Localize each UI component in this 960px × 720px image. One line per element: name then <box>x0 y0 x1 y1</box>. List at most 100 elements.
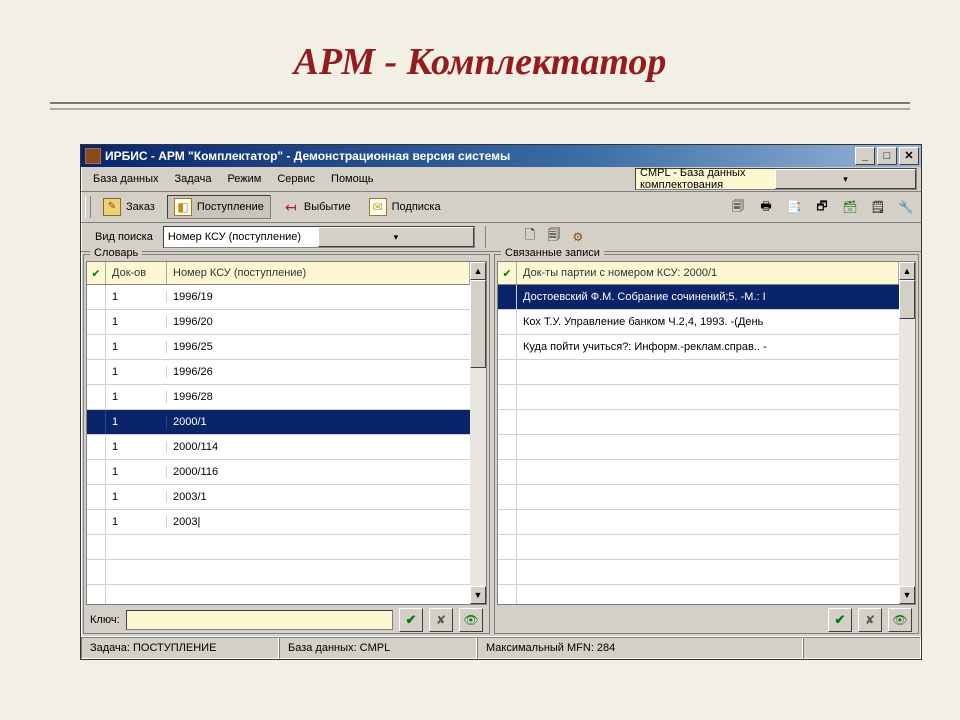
print-icon[interactable] <box>755 196 777 218</box>
menu-help[interactable]: Помощь <box>323 170 382 188</box>
search-type-dropdown-icon[interactable] <box>318 227 474 247</box>
order-button[interactable]: Заказ <box>97 196 161 218</box>
scrollbar[interactable]: ▲ ▼ <box>470 262 486 604</box>
row-check[interactable] <box>498 585 517 604</box>
row-check[interactable] <box>87 360 106 384</box>
table-row[interactable]: 11996/26 <box>87 360 470 385</box>
row-check[interactable] <box>498 460 517 484</box>
list-item[interactable] <box>498 510 899 535</box>
row-check[interactable] <box>498 310 517 334</box>
menu-service[interactable]: Сервис <box>269 170 323 188</box>
scroll-up-icon[interactable]: ▲ <box>899 262 915 280</box>
table-row[interactable]: 12000/116 <box>87 460 470 485</box>
scroll-down-icon[interactable]: ▼ <box>899 586 915 604</box>
row-check[interactable] <box>498 510 517 534</box>
scroll-up-icon[interactable]: ▲ <box>470 262 486 280</box>
menu-mode[interactable]: Режим <box>219 170 269 188</box>
table-row[interactable] <box>87 560 470 585</box>
list-item[interactable] <box>498 485 899 510</box>
value-column-header[interactable]: Номер КСУ (поступление) <box>167 262 470 284</box>
table-row[interactable]: 12003| <box>87 510 470 535</box>
row-check[interactable] <box>498 360 517 384</box>
list-item[interactable]: Кох Т.У. Управление банком Ч.2,4, 1993. … <box>498 310 899 335</box>
related-ok-button[interactable] <box>828 608 852 632</box>
minimize-button[interactable]: _ <box>855 147 875 165</box>
row-check[interactable] <box>498 335 517 359</box>
disposal-button[interactable]: Выбытие <box>277 197 357 217</box>
settings-icon[interactable] <box>568 227 588 247</box>
related-cancel-button[interactable] <box>858 608 882 632</box>
scroll-thumb[interactable] <box>899 280 915 319</box>
table-row[interactable]: 11996/19 <box>87 285 470 310</box>
list-item[interactable] <box>498 460 899 485</box>
check-column-header[interactable] <box>87 262 106 284</box>
row-check[interactable] <box>498 485 517 509</box>
table-row[interactable]: 12000/1 <box>87 410 470 435</box>
menu-task[interactable]: Задача <box>167 170 220 188</box>
tool-icon-4[interactable] <box>811 196 833 218</box>
list-item[interactable] <box>498 535 899 560</box>
list-item[interactable] <box>498 435 899 460</box>
tool-icon-5[interactable] <box>839 196 861 218</box>
table-row[interactable]: 11996/20 <box>87 310 470 335</box>
row-check[interactable] <box>87 560 106 584</box>
tool-icon-1[interactable] <box>727 196 749 218</box>
close-button[interactable]: ✕ <box>899 147 919 165</box>
row-check[interactable] <box>87 510 106 534</box>
row-check[interactable] <box>87 385 106 409</box>
row-check[interactable] <box>87 485 106 509</box>
related-column-header[interactable]: Док-ты партии с номером КСУ: 2000/1 <box>517 262 899 284</box>
database-combo[interactable]: CMPL - База данных комплектования <box>635 168 917 190</box>
list-item[interactable] <box>498 360 899 385</box>
list-item[interactable] <box>498 560 899 585</box>
related-view-button[interactable] <box>888 608 912 632</box>
row-check[interactable] <box>87 410 106 434</box>
key-input[interactable] <box>126 610 393 630</box>
row-check[interactable] <box>87 435 106 459</box>
database-combo-dropdown-icon[interactable] <box>775 169 916 189</box>
list-item[interactable]: Достоевский Ф.М. Собрание сочинений;5. -… <box>498 285 899 310</box>
dictionary-grid[interactable]: Док-ов Номер КСУ (поступление) 11996/191… <box>86 261 487 605</box>
key-cancel-button[interactable] <box>429 608 453 632</box>
scroll-thumb[interactable] <box>470 280 486 368</box>
row-check[interactable] <box>87 585 106 604</box>
row-check[interactable] <box>498 410 517 434</box>
tool-icon-6[interactable] <box>867 196 889 218</box>
scrollbar[interactable]: ▲ ▼ <box>899 262 915 604</box>
list-item[interactable]: Куда пойти учиться?: Информ.-реклам.спра… <box>498 335 899 360</box>
row-check[interactable] <box>87 535 106 559</box>
menu-database[interactable]: База данных <box>85 170 167 188</box>
row-check[interactable] <box>87 310 106 334</box>
row-check[interactable] <box>498 385 517 409</box>
related-grid[interactable]: Док-ты партии с номером КСУ: 2000/1 Дост… <box>497 261 916 605</box>
search-type-combo[interactable]: Номер КСУ (поступление) <box>163 226 475 248</box>
incoming-button[interactable]: Поступление <box>167 195 271 219</box>
key-ok-button[interactable] <box>399 608 423 632</box>
row-check[interactable] <box>87 460 106 484</box>
row-check[interactable] <box>87 285 106 309</box>
new-record-icon[interactable] <box>520 227 540 247</box>
check-column-header[interactable] <box>498 262 517 284</box>
row-check[interactable] <box>498 560 517 584</box>
maximize-button[interactable]: □ <box>877 147 897 165</box>
table-row[interactable]: 11996/25 <box>87 335 470 360</box>
table-row[interactable] <box>87 585 470 604</box>
table-row[interactable]: 12000/114 <box>87 435 470 460</box>
key-view-button[interactable] <box>459 608 483 632</box>
row-check[interactable] <box>498 285 517 309</box>
copy-record-icon[interactable] <box>544 227 564 247</box>
list-item[interactable] <box>498 410 899 435</box>
row-check[interactable] <box>87 335 106 359</box>
table-row[interactable] <box>87 535 470 560</box>
count-column-header[interactable]: Док-ов <box>106 262 167 284</box>
tool-icon-3[interactable] <box>783 196 805 218</box>
scroll-down-icon[interactable]: ▼ <box>470 586 486 604</box>
list-item[interactable] <box>498 385 899 410</box>
tool-icon-7[interactable] <box>895 196 917 218</box>
list-item[interactable] <box>498 585 899 604</box>
row-check[interactable] <box>498 435 517 459</box>
table-row[interactable]: 11996/28 <box>87 385 470 410</box>
row-check[interactable] <box>498 535 517 559</box>
subscription-button[interactable]: Подписка <box>363 196 447 218</box>
table-row[interactable]: 12003/1 <box>87 485 470 510</box>
